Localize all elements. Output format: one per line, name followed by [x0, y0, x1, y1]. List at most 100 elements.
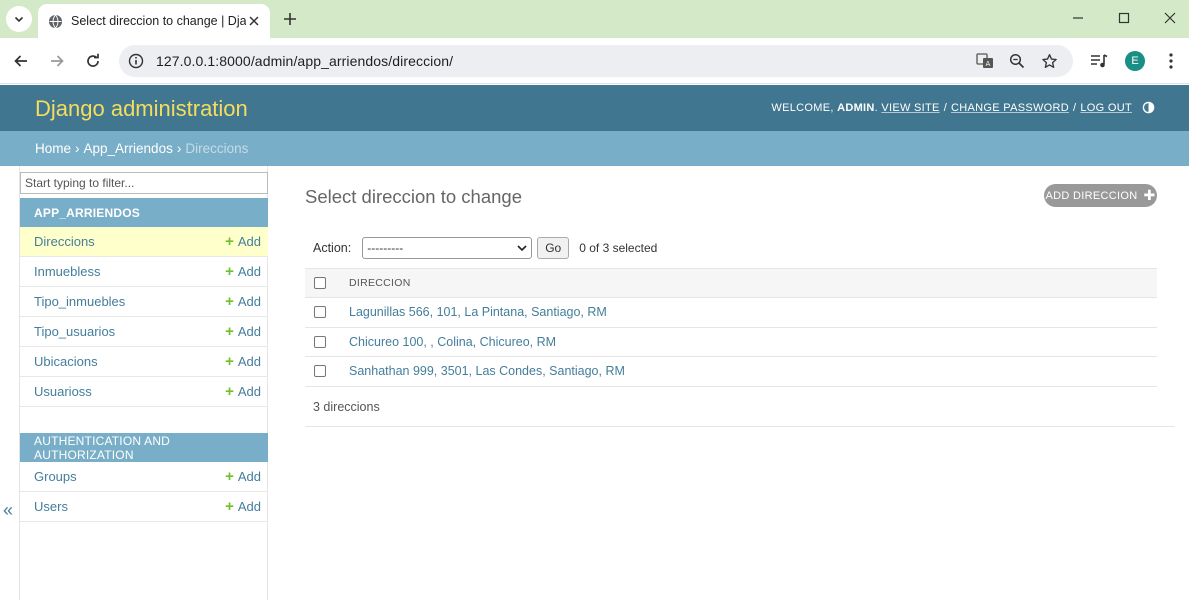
table-row: Sanhathan 999, 3501, Las Condes, Santiag…: [305, 357, 1157, 387]
model-link[interactable]: Groups: [34, 469, 77, 484]
select-all-checkbox[interactable]: [314, 277, 326, 289]
module-caption[interactable]: AUTHENTICATION AND AUTHORIZATION: [20, 433, 268, 462]
breadcrumb: Home › App_Arriendos › Direccions: [0, 131, 1189, 166]
breadcrumb-current: Direccions: [185, 141, 249, 156]
module-app-arriendos: APP_ARRIENDOS Direccions + Add Inmuebless…: [20, 198, 268, 407]
zoom-icon[interactable]: [1007, 51, 1027, 71]
row-link[interactable]: Chicureo 100, , Colina, Chicureo, RM: [349, 335, 556, 349]
sidebar-item-inmuebless: Inmuebless + Add: [20, 257, 268, 287]
add-direccion-button[interactable]: ADD DIRECCION ✚: [1044, 184, 1157, 207]
menu-dots-icon[interactable]: [1160, 50, 1182, 72]
bookmark-star-icon[interactable]: [1039, 51, 1059, 71]
add-link[interactable]: + Add: [225, 264, 261, 279]
model-link[interactable]: Direccions: [34, 234, 95, 249]
selected-count: 0 of 3 selected: [579, 241, 658, 255]
plus-icon: +: [225, 323, 234, 340]
browser-toolbar: 127.0.0.1:8000/admin/app_arriendos/direc…: [0, 38, 1189, 84]
row-link[interactable]: Sanhathan 999, 3501, Las Condes, Santiag…: [349, 364, 625, 378]
model-link[interactable]: Inmuebless: [34, 264, 100, 279]
plus-icon: ✚: [1143, 187, 1156, 203]
model-link[interactable]: Tipo_inmuebles: [34, 294, 125, 309]
sidebar-item-tipo-inmuebles: Tipo_inmuebles + Add: [20, 287, 268, 317]
nav-filter-input[interactable]: [20, 172, 268, 194]
maximize-icon[interactable]: [1111, 6, 1137, 30]
column-header-direccion[interactable]: DIRECCION: [349, 277, 411, 289]
action-label: Action:: [313, 241, 352, 255]
breadcrumb-app[interactable]: App_Arriendos: [84, 141, 173, 156]
tab-search-button[interactable]: [6, 6, 32, 32]
plus-icon: +: [225, 498, 234, 515]
new-tab-icon[interactable]: [280, 9, 300, 29]
plus-icon: +: [225, 353, 234, 370]
paginator: 3 direccions: [305, 387, 1175, 427]
row-link[interactable]: Lagunillas 566, 101, La Pintana, Santiag…: [349, 305, 607, 319]
plus-icon: +: [225, 468, 234, 485]
tab-title: Select direccion to change | Django site…: [71, 14, 246, 28]
view-site-link[interactable]: VIEW SITE: [881, 102, 939, 114]
model-link[interactable]: Tipo_usuarios: [34, 324, 115, 339]
add-link[interactable]: + Add: [225, 469, 261, 484]
sidebar-item-tipo-usuarios: Tipo_usuarios + Add: [20, 317, 268, 347]
add-link[interactable]: + Add: [225, 354, 261, 369]
add-link[interactable]: + Add: [225, 324, 261, 339]
username: ADMIN: [837, 101, 875, 114]
svg-text:A: A: [986, 60, 991, 68]
close-tab-icon[interactable]: [246, 13, 262, 29]
minimize-icon[interactable]: [1065, 6, 1091, 30]
result-list: DIRECCION Lagunillas 566, 101, La Pintan…: [305, 268, 1157, 387]
add-link[interactable]: + Add: [225, 499, 261, 514]
log-out-link[interactable]: LOG OUT: [1080, 102, 1132, 114]
admin-header: Django administration WELCOME, ADMIN. VI…: [0, 85, 1189, 131]
url-text: 127.0.0.1:8000/admin/app_arriendos/direc…: [156, 53, 454, 69]
plus-icon: +: [225, 233, 234, 250]
plus-icon: +: [225, 293, 234, 310]
module-caption[interactable]: APP_ARRIENDOS: [20, 198, 268, 227]
chevron-down-icon: [14, 16, 24, 23]
reload-icon[interactable]: [81, 49, 105, 73]
sidebar-item-direccions: Direccions + Add: [20, 227, 268, 257]
change-password-link[interactable]: CHANGE PASSWORD: [951, 102, 1069, 114]
sidebar-item-groups: Groups + Add: [20, 462, 268, 492]
model-link[interactable]: Ubicacions: [34, 354, 98, 369]
plus-icon: +: [225, 263, 234, 280]
site-branding[interactable]: Django administration: [35, 96, 248, 122]
browser-tab-bar: Select direccion to change | Django site…: [0, 0, 1189, 38]
welcome-text: WELCOME,: [771, 101, 834, 114]
table-row: Chicureo 100, , Colina, Chicureo, RM: [305, 328, 1157, 357]
breadcrumb-home[interactable]: Home: [35, 141, 71, 156]
back-arrow-icon[interactable]: [9, 49, 33, 73]
page-title: Select direccion to change: [305, 186, 522, 207]
table-row: Lagunillas 566, 101, La Pintana, Santiag…: [305, 298, 1157, 328]
chevron-down-icon: [517, 245, 527, 252]
nav-sidebar: APP_ARRIENDOS Direccions +Add Inmuebless…: [19, 166, 268, 600]
sidebar-item-ubicacions: Ubicacions + Add: [20, 347, 268, 377]
sidebar-item-users: Users + Add: [20, 492, 268, 522]
add-link[interactable]: + Add: [225, 234, 261, 249]
action-select[interactable]: ---------: [362, 237, 533, 259]
add-link[interactable]: + Add: [225, 384, 261, 399]
actions-bar: Action: --------- Go 0 of 3 selected: [313, 237, 657, 259]
translate-icon[interactable]: A: [975, 51, 995, 71]
add-link[interactable]: + Add: [225, 294, 261, 309]
result-count: 3 direccions: [313, 399, 380, 414]
model-link[interactable]: Usuarioss: [34, 384, 92, 399]
model-link[interactable]: Users: [34, 499, 68, 514]
toggle-sidebar-button[interactable]: «: [3, 500, 13, 521]
site-info-icon[interactable]: [127, 52, 145, 70]
row-checkbox[interactable]: [314, 306, 326, 319]
row-checkbox[interactable]: [314, 365, 326, 378]
address-bar[interactable]: 127.0.0.1:8000/admin/app_arriendos/direc…: [119, 45, 1073, 77]
profile-avatar[interactable]: E: [1125, 51, 1145, 71]
media-control-icon[interactable]: [1088, 50, 1110, 72]
sidebar-item-usuarioss: Usuarioss + Add: [20, 377, 268, 407]
forward-arrow-icon[interactable]: [45, 49, 69, 73]
theme-toggle-icon[interactable]: [1142, 101, 1155, 114]
row-checkbox[interactable]: [314, 335, 326, 348]
plus-icon: +: [225, 383, 234, 400]
close-window-icon[interactable]: [1157, 6, 1183, 30]
browser-tab[interactable]: Select direccion to change | Django site…: [38, 4, 270, 38]
go-button[interactable]: Go: [537, 237, 570, 259]
table-header: DIRECCION: [305, 268, 1157, 298]
module-auth: AUTHENTICATION AND AUTHORIZATION Groups …: [20, 433, 268, 522]
user-tools: WELCOME, ADMIN. VIEW SITE / CHANGE PASSW…: [771, 101, 1155, 114]
